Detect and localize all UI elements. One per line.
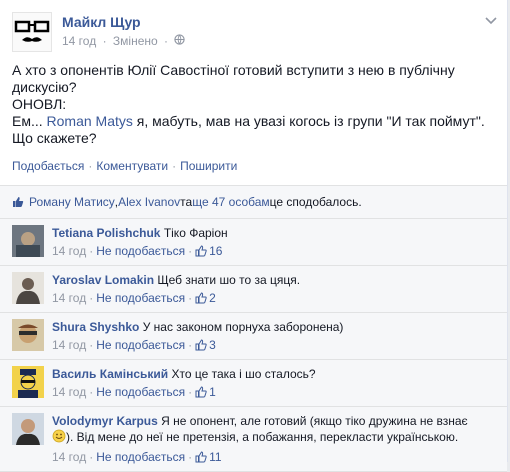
commenter-name[interactable]: Shura Shyshko	[52, 320, 139, 334]
commenter-name[interactable]: Yaroslav Lomakin	[52, 273, 154, 287]
comment-like-count[interactable]: 16	[195, 243, 222, 259]
likes-summary: Роману Матису, Alex Ivanov та ще 47 особ…	[0, 185, 507, 218]
like-count-value: 1	[209, 385, 216, 399]
like-button[interactable]: Подобається	[12, 159, 84, 173]
post-actions: Подобається · Коментувати · Поширити	[12, 159, 495, 173]
comment-time[interactable]: 14 год	[52, 337, 86, 353]
comment-time[interactable]: 14 год	[52, 290, 86, 306]
comment-list: Tetiana Polishchuk Тіко Фаріон 14 год · Н…	[0, 218, 507, 472]
likes-others-link[interactable]: ще 47 особам	[192, 195, 269, 209]
post-meta: 14 год · Змінено ·	[62, 34, 188, 48]
comment-text: Хто це така і шо сталось?	[171, 367, 316, 381]
post: Майкл Щур 14 год · Змінено · А хто з опо…	[0, 0, 507, 173]
post-text-pre: Ем...	[12, 113, 47, 129]
dot-separator: ·	[88, 159, 93, 173]
likes-and: та	[180, 195, 193, 209]
mention-link[interactable]: Roman Matys	[47, 113, 133, 129]
comment-like-count[interactable]: 11	[195, 449, 222, 465]
like-count-value: 11	[209, 450, 222, 464]
comment-unlike-button[interactable]: Не подобається	[96, 290, 185, 306]
post-author[interactable]: Майкл Щур	[62, 14, 188, 30]
comment-text: У нас законом порнуха заборонена)	[142, 320, 344, 334]
commenter-avatar[interactable]	[12, 272, 44, 304]
comment-button[interactable]: Коментувати	[96, 159, 168, 173]
comment: Tetiana Polishchuk Тіко Фаріон 14 год · Н…	[0, 218, 507, 265]
dot-separator: ·	[164, 34, 169, 48]
commenter-name[interactable]: Volodymyr Karpus	[52, 414, 158, 428]
commenter-name[interactable]: Василь Камінський	[52, 367, 168, 381]
thumbs-up-icon	[195, 245, 207, 257]
post-text-line2: ОНОВЛ:	[12, 96, 67, 112]
post-header: Майкл Щур 14 год · Змінено ·	[12, 12, 495, 52]
comment: Volodymyr Karpus Я не опонент, але готов…	[0, 406, 507, 472]
like-count-value: 2	[209, 291, 216, 305]
comment-text: Щеб знати шо то за цяця.	[157, 273, 301, 287]
liker-2[interactable]: Alex Ivanov	[118, 195, 180, 209]
liker-1[interactable]: Роману Матису	[29, 195, 115, 209]
commenter-avatar[interactable]	[12, 225, 44, 257]
comment: Василь Камінський Хто це така і шо стало…	[0, 359, 507, 406]
smiley-emoticon-icon	[52, 429, 66, 447]
comment-text-continued: ). Від мене до неї не претензія, а побаж…	[66, 430, 459, 444]
comment-unlike-button[interactable]: Не подобається	[96, 449, 185, 465]
thumbs-up-icon	[195, 386, 207, 398]
comment-like-count[interactable]: 1	[195, 384, 216, 400]
thumbs-up-icon	[195, 451, 207, 463]
thumbs-up-icon	[195, 292, 207, 304]
commenter-avatar[interactable]	[12, 319, 44, 351]
comment-time[interactable]: 14 год	[52, 449, 86, 465]
likes-suffix: це сподобалось.	[269, 195, 362, 209]
author-avatar[interactable]	[12, 12, 52, 52]
post-text-line3: Ем... Roman Matys я, мабуть, мав на уваз…	[12, 113, 495, 147]
post-time[interactable]: 14 год	[62, 34, 96, 48]
comment-unlike-button[interactable]: Не подобається	[96, 337, 185, 353]
comment: Shura Shyshko У нас законом порнуха забо…	[0, 312, 507, 359]
comment-like-count[interactable]: 2	[195, 290, 216, 306]
audience-globe-icon[interactable]	[174, 34, 186, 48]
post-edited[interactable]: Змінено	[113, 34, 158, 48]
comment-unlike-button[interactable]: Не подобається	[96, 243, 185, 259]
comment-time[interactable]: 14 год	[52, 384, 86, 400]
comment-text: Тіко Фаріон	[163, 226, 228, 240]
comment-unlike-button[interactable]: Не подобається	[96, 384, 185, 400]
commenter-avatar[interactable]	[12, 366, 44, 398]
like-count-value: 3	[209, 338, 216, 352]
share-button[interactable]: Поширити	[180, 159, 237, 173]
like-count-value: 16	[209, 244, 223, 258]
post-text-line1: А хто з опонентів Юлії Савостіної готови…	[12, 62, 455, 95]
dot-separator: ·	[102, 34, 107, 48]
comment: Yaroslav Lomakin Щеб знати шо то за цяця…	[0, 265, 507, 312]
comment-text: Я не опонент, але готовий (якщо тіко дру…	[161, 414, 468, 428]
dot-separator: ·	[172, 159, 177, 173]
chevron-down-icon[interactable]	[485, 12, 497, 28]
post-card: Майкл Щур 14 год · Змінено · А хто з опо…	[0, 0, 508, 472]
commenter-avatar[interactable]	[12, 413, 44, 445]
thumbs-up-icon	[13, 197, 24, 207]
post-body: А хто з опонентів Юлії Савостіної готови…	[12, 62, 495, 147]
commenter-name[interactable]: Tetiana Polishchuk	[52, 226, 160, 240]
comment-like-count[interactable]: 3	[195, 337, 216, 353]
glasses-mustache-icon	[14, 20, 50, 42]
comment-time[interactable]: 14 год	[52, 243, 86, 259]
thumbs-up-icon	[195, 339, 207, 351]
